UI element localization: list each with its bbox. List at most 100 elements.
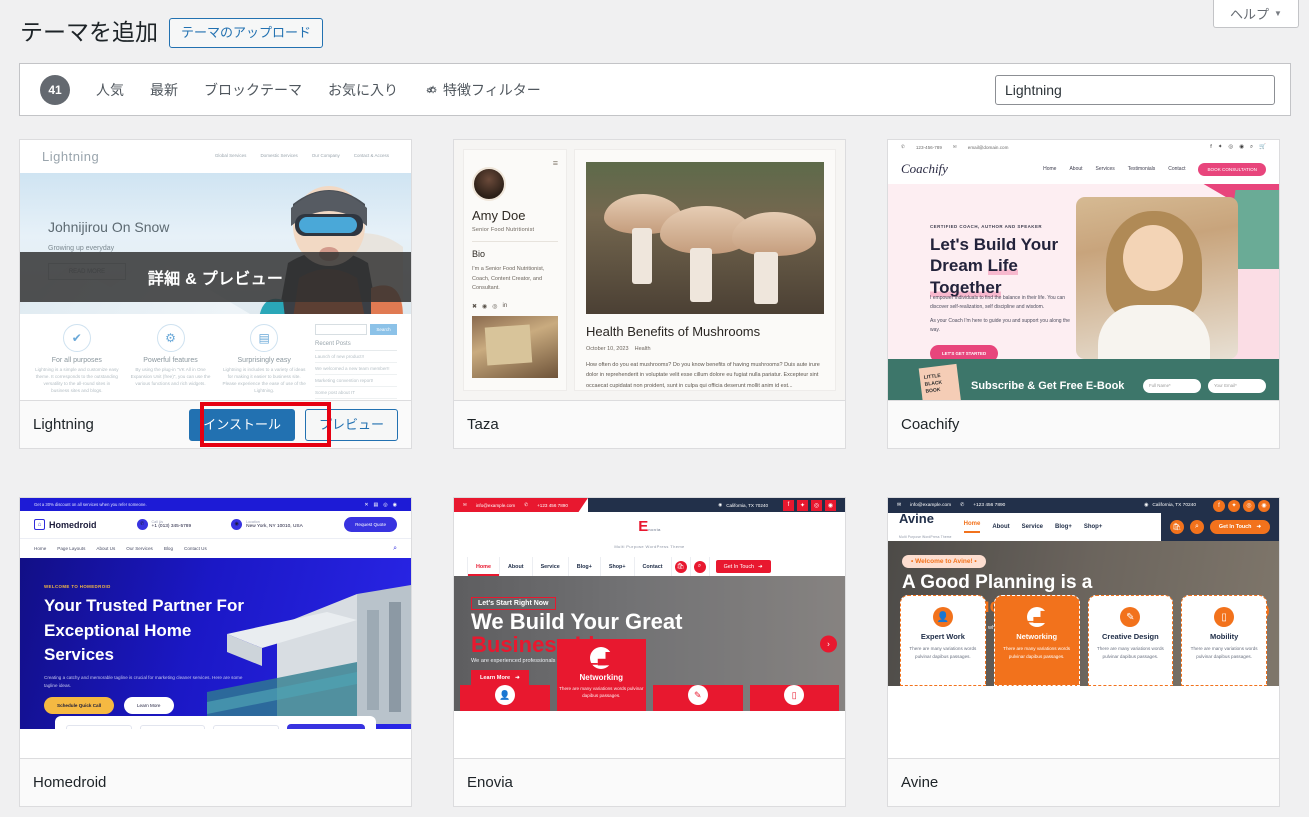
filter-feature-filter[interactable]: 特徴フィルター bbox=[424, 80, 541, 100]
twitter-icon: ✦ bbox=[1228, 499, 1240, 512]
taza-post-date: October 10, 2023 bbox=[586, 346, 629, 352]
location-icon: ◉ bbox=[231, 519, 243, 530]
coachify-kicker: CERTIFIED COACH, AUTHOR AND SPEAKER bbox=[930, 224, 1043, 229]
theme-card-taza[interactable]: ≡ Amy Doe Senior Food Nutritionist Bio I… bbox=[453, 139, 846, 449]
lightning-feature: ⚙ Powerful features By using the plug-in… bbox=[128, 324, 214, 400]
coachify-nav-item: Contact bbox=[1168, 166, 1186, 172]
filter-favorites[interactable]: お気に入り bbox=[328, 80, 398, 100]
avine-feature-card: 👤 Expert Work There are many variations … bbox=[900, 595, 986, 686]
theme-name: Coachify bbox=[901, 416, 960, 433]
theme-card-lightning[interactable]: Lightning Global Services Domestic Servi… bbox=[19, 139, 412, 449]
enovia-cta: Get In Touch ➜ bbox=[715, 560, 771, 573]
theme-card-coachify[interactable]: ✆ 123-456-789 ✉ email@domain.com f ✦ ◎ ◉… bbox=[887, 139, 1280, 449]
theme-card-enovia[interactable]: ✉ info@example.com ✆ +123 456 7890 ◉ Cal… bbox=[453, 497, 846, 807]
lightning-feature-title: For all purposes bbox=[51, 357, 102, 364]
help-tab[interactable]: ヘルプ ▼ bbox=[1213, 0, 1299, 28]
avine-logo-sub: Multi Purpose WordPress Theme bbox=[899, 534, 952, 539]
enovia-nav-item: Contact bbox=[633, 557, 672, 576]
avine-feature-title: Expert Work bbox=[920, 632, 965, 641]
theme-footer-homedroid: Homedroid bbox=[20, 759, 411, 806]
enovia-nav-item: Shop+ bbox=[599, 557, 635, 576]
homedroid-button-secondary: Learn More bbox=[124, 697, 174, 714]
pencil-icon: ✎ bbox=[687, 685, 708, 705]
coachify-paragraph-1: I empower individuals to find the balanc… bbox=[930, 295, 1066, 310]
twitter-icon: ✦ bbox=[797, 499, 808, 511]
phone-icon: ✆ bbox=[136, 519, 148, 530]
avine-feature-card: ▯ Mobility There are many variations wor… bbox=[1181, 595, 1267, 686]
theme-screenshot-taza[interactable]: ≡ Amy Doe Senior Food Nutritionist Bio I… bbox=[454, 140, 845, 401]
coachify-nav-item: Home bbox=[1043, 166, 1057, 172]
chart-icon: ▁▄█ bbox=[1026, 607, 1048, 627]
instagram-icon: ◎ bbox=[811, 499, 822, 511]
homedroid-headline: Your Trusted Partner For Exceptional Hom… bbox=[44, 596, 244, 665]
coachify-phone: 123-456-789 bbox=[915, 144, 942, 150]
theme-filter-bar: 41 人気 最新 ブロックテーマ お気に入り 特徴フィルター bbox=[19, 63, 1291, 116]
theme-card-homedroid[interactable]: Get a 30% discount on all services when … bbox=[19, 497, 412, 807]
enovia-brand-rest: novia bbox=[648, 527, 661, 532]
enovia-feature-card: ✎ bbox=[653, 639, 743, 711]
check-icon: ✔ bbox=[62, 324, 91, 352]
theme-footer-coachify: Coachify bbox=[888, 401, 1279, 448]
homedroid-button-primary: Schedule Quick Call bbox=[44, 697, 115, 714]
theme-screenshot-enovia[interactable]: ✉ info@example.com ✆ +123 456 7890 ◉ Cal… bbox=[454, 498, 845, 759]
theme-card-avine[interactable]: ✉ info@example.com ✆ +123 456 7890 ◉ Cal… bbox=[887, 497, 1280, 807]
theme-count-badge: 41 bbox=[40, 74, 70, 105]
taza-post-excerpt: How often do you eat mushrooms? Do you k… bbox=[586, 362, 820, 389]
instagram-icon: ◎ bbox=[1228, 143, 1234, 150]
theme-screenshot-lightning[interactable]: Lightning Global Services Domestic Servi… bbox=[20, 140, 411, 401]
theme-footer-enovia: Enovia bbox=[454, 759, 845, 806]
home-icon: ⌂ bbox=[34, 519, 45, 530]
coachify-cta-button: LET'S GET STARTED bbox=[930, 345, 999, 359]
homedroid-paragraph: Creating a catchy and memorable tagline … bbox=[44, 675, 243, 688]
avine-nav-item: Blog+ bbox=[1055, 524, 1072, 530]
mobile-icon: ▯ bbox=[784, 685, 805, 705]
avine-feature-title: Creative Design bbox=[1102, 632, 1159, 641]
lightning-feature-body: Lightning is a simple and customize easy… bbox=[35, 367, 119, 393]
theme-footer-lightning: Lightning インストール プレビュー bbox=[20, 401, 411, 448]
coachify-subscribe-title: Subscribe & Get Free E-Book bbox=[971, 379, 1125, 392]
homedroid-nav-item: Page Layouts bbox=[57, 546, 86, 551]
coachify-nav-item: Testimonials bbox=[1127, 166, 1156, 172]
filter-popular[interactable]: 人気 bbox=[96, 80, 124, 100]
avine-feature-card: ▁▄█ Networking There are many variations… bbox=[993, 595, 1080, 686]
theme-details-preview-overlay[interactable]: 詳細 & プレビュー bbox=[20, 252, 411, 302]
search-input[interactable] bbox=[995, 74, 1275, 105]
enovia-nav-item: Service bbox=[531, 557, 569, 576]
lightning-sidebar-item: Marketing convention report! bbox=[315, 375, 398, 387]
enovia-feature-card: ▯ bbox=[749, 639, 839, 711]
theme-name: Avine bbox=[901, 774, 939, 791]
coachify-nav-item: About bbox=[1069, 166, 1083, 172]
homedroid-field-name: Your Name bbox=[66, 724, 132, 729]
gear-icon bbox=[424, 83, 438, 97]
upload-theme-button[interactable]: テーマのアップロード bbox=[169, 18, 324, 48]
homedroid-nav-item: Blog bbox=[163, 546, 174, 551]
homedroid-field-email: Your Email bbox=[139, 724, 206, 729]
lightning-hero-sub: Growing up everyday bbox=[48, 245, 115, 252]
theme-footer-taza: Taza bbox=[454, 401, 845, 448]
install-button[interactable]: インストール bbox=[189, 408, 295, 441]
homedroid-enquiry-form: Your Name Your Email Message Submit Enqu… bbox=[55, 716, 376, 729]
enovia-location: California, TX 70240 bbox=[726, 502, 768, 508]
avine-feature-body: There are many variations words pulvinar… bbox=[1096, 646, 1164, 659]
cart-icon: 🛒 bbox=[1259, 143, 1266, 150]
avine-feature-card: ✎ Creative Design There are many variati… bbox=[1087, 595, 1174, 686]
theme-screenshot-homedroid[interactable]: Get a 30% discount on all services when … bbox=[20, 498, 411, 759]
filter-latest[interactable]: 最新 bbox=[150, 80, 178, 100]
avine-feature-body: There are many variations words pulvinar… bbox=[909, 646, 977, 659]
avatar bbox=[472, 167, 506, 201]
taza-post-title: Health Benefits of Mushrooms bbox=[586, 324, 761, 339]
location-icon: ◉ bbox=[1144, 503, 1149, 508]
theme-screenshot-coachify[interactable]: ✆ 123-456-789 ✉ email@domain.com f ✦ ◎ ◉… bbox=[888, 140, 1279, 401]
lightning-feature-body: By using the plug-in "VK All in One Expa… bbox=[130, 367, 211, 386]
lightning-feature: ▤ Surprisingly easy Lightning is include… bbox=[221, 324, 307, 400]
theme-screenshot-avine[interactable]: ✉ info@example.com ✆ +123 456 7890 ◉ Cal… bbox=[888, 498, 1279, 759]
theme-name: Homedroid bbox=[33, 774, 107, 791]
avine-cta: Get In Touch ➜ bbox=[1209, 520, 1270, 534]
preview-button[interactable]: プレビュー bbox=[304, 408, 398, 441]
coachify-nav-item: Services bbox=[1095, 166, 1115, 172]
enovia-email: info@example.com bbox=[475, 502, 516, 508]
cart-icon: 🛍 bbox=[1169, 520, 1184, 534]
coachify-hero-photo bbox=[1076, 197, 1238, 359]
enovia-brand: Enovia bbox=[638, 518, 661, 535]
filter-block-themes[interactable]: ブロックテーマ bbox=[204, 80, 302, 100]
